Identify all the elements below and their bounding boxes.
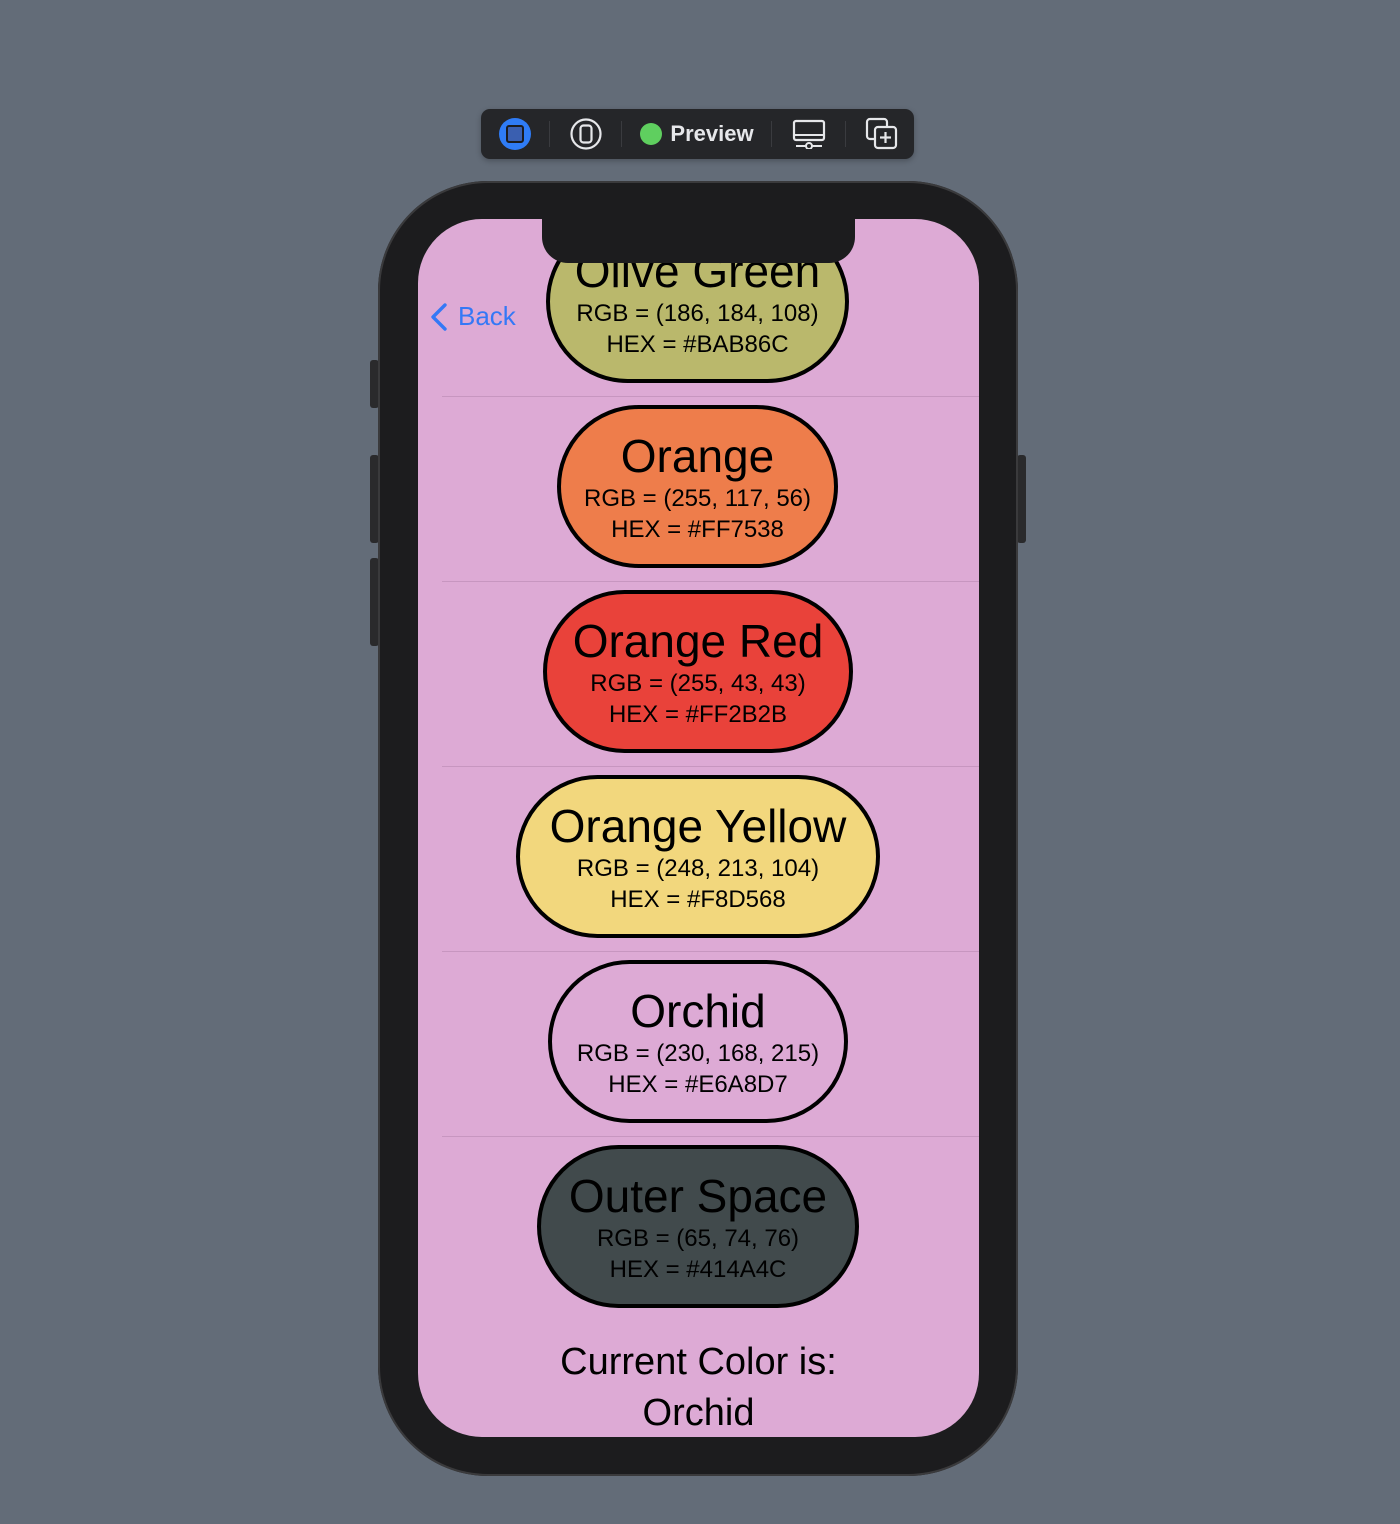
- back-button[interactable]: Back: [430, 301, 516, 332]
- rgb-value: RGB = (255, 117, 56): [583, 484, 811, 512]
- hex-value: HEX = #F8D568: [610, 885, 786, 913]
- list-item[interactable]: Orange Red RGB = (255, 43, 43) HEX = #FF…: [418, 582, 979, 767]
- preview-mode-button[interactable]: Preview: [637, 109, 757, 159]
- run-on-device-button[interactable]: [787, 109, 831, 159]
- back-label: Back: [458, 301, 516, 331]
- device-screen: Back Olive Green RGB = (186, 184, 108) H…: [418, 219, 979, 1437]
- power-button: [1017, 455, 1026, 543]
- current-color-label: Current Color is:: [560, 1341, 837, 1383]
- list-item[interactable]: Outer Space RGB = (65, 74, 76) HEX = #41…: [418, 1137, 979, 1322]
- color-name: Orchid: [630, 984, 766, 1037]
- duplicate-icon: [865, 117, 898, 150]
- rgb-value: RGB = (230, 168, 215): [576, 1039, 820, 1067]
- toolbar-divider: [549, 121, 550, 147]
- hex-value: HEX = #E6A8D7: [608, 1070, 788, 1098]
- display-icon: [792, 119, 826, 149]
- toolbar-divider: [621, 121, 622, 147]
- list-item[interactable]: Orchid RGB = (230, 168, 215) HEX = #E6A8…: [418, 952, 979, 1137]
- rgb-value: RGB = (248, 213, 104): [576, 854, 820, 882]
- toolbar-divider: [845, 121, 846, 147]
- stop-icon: [499, 118, 531, 150]
- color-name: Outer Space: [568, 1169, 828, 1222]
- current-color-display: Current Color is: Orchid: [418, 1337, 979, 1437]
- rgb-value: RGB = (65, 74, 76): [596, 1224, 800, 1252]
- color-name: Orange Yellow: [549, 799, 847, 852]
- device-icon: [570, 118, 602, 150]
- color-pill: Orange Yellow RGB = (248, 213, 104) HEX …: [516, 775, 880, 938]
- rgb-value: RGB = (255, 43, 43): [590, 669, 806, 697]
- current-color-value: Orchid: [642, 1392, 755, 1434]
- color-name: Orange Red: [572, 614, 824, 667]
- preview-label: Preview: [670, 121, 754, 146]
- list-item[interactable]: Orange Yellow RGB = (248, 213, 104) HEX …: [418, 767, 979, 952]
- notch: [542, 219, 855, 263]
- color-name: Orange: [620, 429, 775, 482]
- color-pill: Orchid RGB = (230, 168, 215) HEX = #E6A8…: [548, 960, 848, 1123]
- color-pill: Orange RGB = (255, 117, 56) HEX = #FF753…: [557, 405, 838, 568]
- device-settings-button[interactable]: [565, 109, 607, 159]
- toolbar-divider: [771, 121, 772, 147]
- hex-value: HEX = #FF2B2B: [608, 700, 788, 728]
- hex-value: HEX = #BAB86C: [606, 330, 789, 358]
- color-pill: Orange Red RGB = (255, 43, 43) HEX = #FF…: [543, 590, 853, 753]
- status-dot-icon: [640, 123, 663, 145]
- hex-value: HEX = #FF7538: [611, 515, 784, 543]
- color-pill: Outer Space RGB = (65, 74, 76) HEX = #41…: [537, 1145, 859, 1308]
- rgb-value: RGB = (186, 184, 108): [576, 299, 819, 327]
- live-preview-button[interactable]: [495, 109, 535, 159]
- hex-value: HEX = #414A4C: [609, 1255, 787, 1283]
- duplicate-preview-button[interactable]: [861, 109, 903, 159]
- preview-toolbar: Preview: [481, 109, 914, 159]
- list-item[interactable]: Orange RGB = (255, 117, 56) HEX = #FF753…: [418, 397, 979, 582]
- chevron-left-icon: [431, 302, 447, 331]
